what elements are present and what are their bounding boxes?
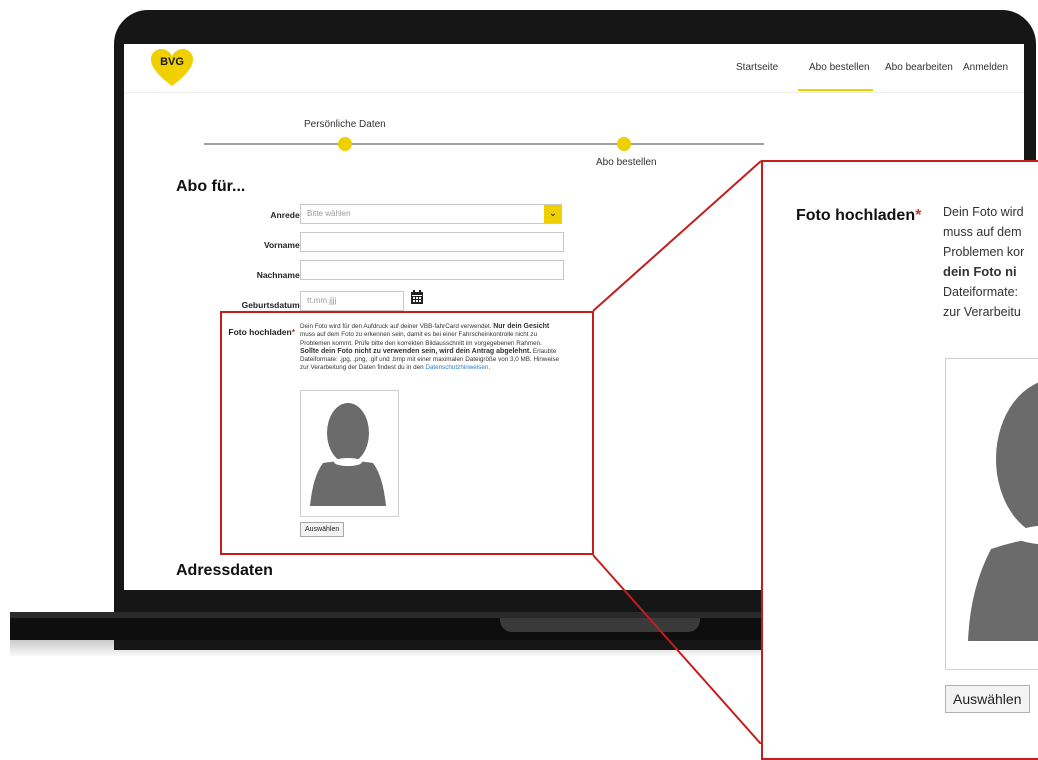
zoom-label-foto: Foto hochladen* xyxy=(796,207,922,224)
zoom-photo-preview[interactable] xyxy=(945,358,1038,670)
zoom-callout: Foto hochladen* Dein Foto wird muss auf … xyxy=(761,160,1038,760)
zoom-instructions: Dein Foto wird muss auf dem Problemen ko… xyxy=(943,205,1025,319)
zoom-person-placeholder-icon xyxy=(968,382,1038,641)
zoom-auswaehlen-button[interactable]: Auswählen xyxy=(945,685,1030,713)
